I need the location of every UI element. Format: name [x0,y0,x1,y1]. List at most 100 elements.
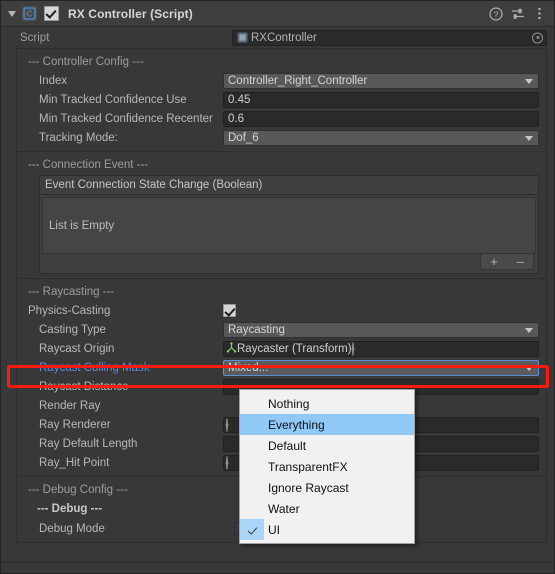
tracking-mode-dropdown[interactable]: Dof_6 [223,129,539,146]
menu-item-label: UI [268,522,280,537]
script-asset-icon [236,32,248,44]
menu-item-check-slot [240,414,264,435]
menu-item-label: Nothing [268,396,310,411]
debug-sub-header-text: --- Debug --- [37,503,103,515]
raycasting-header: --- Raycasting --- [28,285,115,298]
input-value: 0.6 [228,112,244,125]
casting-type-value: Raycasting [228,323,285,336]
component-enabled-checkbox[interactable] [44,6,59,21]
menu-item-label: Water [268,501,300,516]
field-label: Render Ray [39,399,101,412]
field-label: Raycast Distance [39,380,129,393]
help-icon[interactable]: ? [487,5,504,22]
transform-icon [226,341,237,356]
checkmark-glyph [248,525,257,534]
field-raycast-culling-mask: Raycast Culling Mask Mixed... [17,358,546,377]
menu-item-nothing[interactable]: Nothing [240,393,414,414]
connection-event-header: --- Connection Event --- [28,158,149,171]
menu-item-label: Default [268,438,307,453]
min-tracked-confidence-recenter-input[interactable]: 0.6 [223,110,539,127]
culling-mask-dropdown-menu[interactable]: Nothing Everything Default TransparentFX Ign… [239,389,415,544]
event-title: Event Connection State Change (Boolean) [40,176,538,195]
input-value: 0.45 [228,93,251,106]
field-min-tracked-confidence-recenter: Min Tracked Confidence Recenter 0.6 [17,109,546,128]
connection-event-group: --- Connection Event --- Event Connectio… [16,152,547,279]
field-label: Index [39,74,68,87]
raycast-origin-value: Raycaster (Transform) [237,342,352,355]
component-header[interactable]: C RX Controller (Script) ? [1,1,554,27]
menu-item-label: TransparentFX [268,459,348,474]
script-row: Script RXController [1,27,554,48]
object-picker-icon[interactable] [226,455,228,470]
event-list-empty[interactable]: List is Empty [42,197,536,254]
field-label: Ray Default Length [39,437,138,450]
casting-type-dropdown[interactable]: Raycasting [223,321,539,338]
controller-config-header: --- Controller Config --- [28,55,144,68]
csharp-script-icon: C [22,6,37,21]
raycast-culling-mask-label: Raycast Culling Mask [39,361,150,374]
raycast-culling-mask-value: Mixed... [228,361,269,374]
menu-item-ignore-raycast[interactable]: Ignore Raycast [240,477,414,498]
checkmark-icon [240,519,264,540]
menu-item-label: Everything [268,417,325,432]
chevron-down-icon [525,327,533,333]
raycast-origin-object-field[interactable]: Raycaster (Transform) [223,340,539,357]
script-value: RXController [251,31,317,44]
field-casting-type: Casting Type Raycasting [17,320,546,339]
menu-item-check-slot [240,456,264,477]
preset-icon[interactable] [509,5,526,22]
field-label: Raycast Culling Mask [39,362,223,374]
tracking-mode-value: Dof_6 [228,131,259,144]
field-label: Ray Renderer [39,418,111,431]
script-object-field[interactable]: RXController [232,29,547,46]
event-list-footer: + – [40,254,538,273]
field-label: Raycast Origin [39,342,115,355]
menu-item-ui[interactable]: UI [240,519,414,540]
field-label: Tracking Mode: [39,131,118,144]
svg-text:C: C [27,10,33,19]
svg-text:?: ? [493,9,498,19]
field-physics-casting: Physics-Casting [17,301,546,320]
index-value: Controller_Right_Controller [228,74,368,87]
field-index: Index Controller_Right_Controller [17,71,546,90]
index-dropdown[interactable]: Controller_Right_Controller [223,72,539,89]
menu-item-label: Ignore Raycast [268,480,349,495]
field-min-tracked-confidence-use: Min Tracked Confidence Use 0.45 [17,90,546,109]
chevron-down-icon [525,365,533,371]
remove-listener-button[interactable]: – [516,255,523,268]
menu-item-water[interactable]: Water [240,498,414,519]
field-label: Casting Type [39,323,106,336]
min-tracked-confidence-use-input[interactable]: 0.45 [223,91,539,108]
controller-config-group: --- Controller Config --- Index Controll… [16,48,547,152]
field-label: Min Tracked Confidence Recenter [39,112,213,125]
physics-casting-checkbox[interactable] [223,304,236,317]
event-list-buttons: + – [480,254,534,270]
inspector-panel: C RX Controller (Script) ? Script RXCont… [0,0,555,574]
unity-event-box: Event Connection State Change (Boolean) … [39,175,539,274]
menu-item-check-slot [240,435,264,456]
field-raycast-origin: Raycast Origin Raycaster (Transform) [17,339,546,358]
menu-item-check-slot [240,498,264,519]
field-tracking-mode: Tracking Mode: Dof_6 [17,128,546,147]
field-label: Debug Mode [39,522,105,535]
object-picker-icon[interactable] [226,417,228,432]
chevron-down-icon [525,135,533,141]
foldout-triangle-down-icon[interactable] [5,7,19,21]
menu-item-check-slot [240,393,264,414]
object-picker-icon[interactable] [531,31,544,44]
add-listener-button[interactable]: + [490,255,498,268]
panel-bottom-strip [2,562,553,572]
script-label: Script [20,31,50,44]
menu-item-everything[interactable]: Everything [240,414,414,435]
chevron-down-icon [525,78,533,84]
field-label: Physics-Casting [28,304,111,317]
menu-item-check-slot [240,477,264,498]
page-title: RX Controller (Script) [68,6,193,21]
menu-item-transparentfx[interactable]: TransparentFX [240,456,414,477]
kebab-menu-icon[interactable] [531,5,548,22]
field-label: Min Tracked Confidence Use [39,93,187,106]
object-picker-icon[interactable] [351,341,354,356]
field-label: Ray_Hit Point [39,456,110,469]
menu-item-default[interactable]: Default [240,435,414,456]
raycast-culling-mask-dropdown[interactable]: Mixed... [223,359,539,376]
